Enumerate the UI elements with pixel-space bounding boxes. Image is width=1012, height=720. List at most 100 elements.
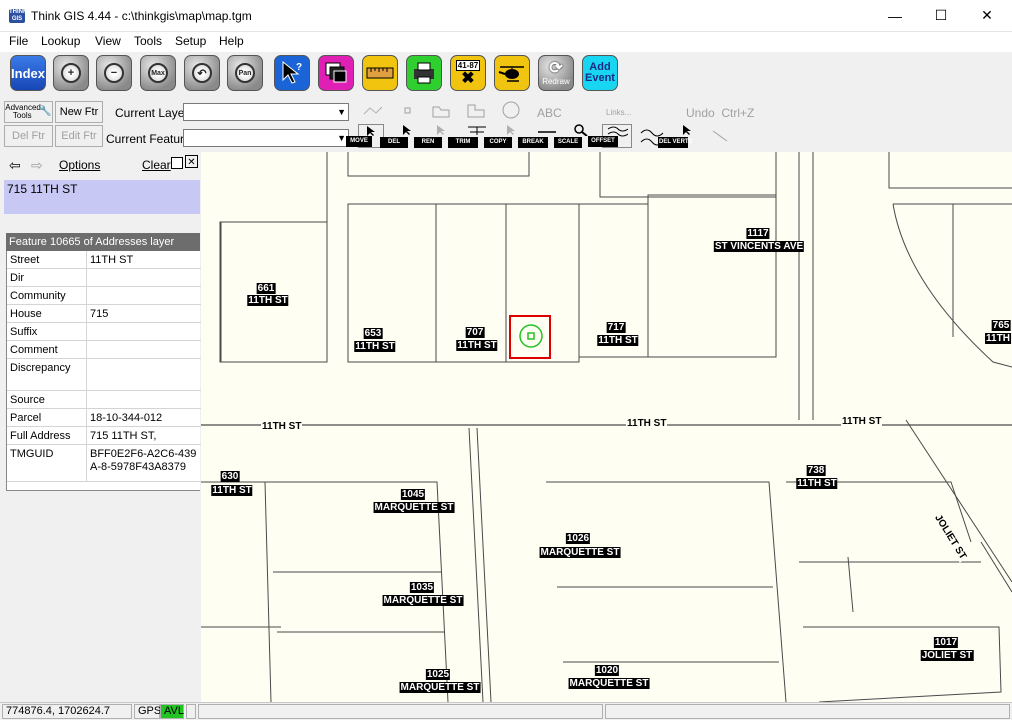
line-tool-icon[interactable] xyxy=(362,104,384,118)
previous-view-icon: ↶ xyxy=(192,63,212,83)
rename-cursor-icon xyxy=(437,125,445,135)
feature-field-row[interactable]: Community xyxy=(7,287,201,305)
menu-lookup[interactable]: Lookup xyxy=(41,34,80,48)
parcel-street: 11TH xyxy=(985,333,1011,344)
column-divider xyxy=(86,359,87,390)
feature-field-row[interactable]: Discrepancy xyxy=(7,359,201,391)
current-feature-select[interactable]: ▼ xyxy=(183,129,349,147)
close-button[interactable]: ✕ xyxy=(964,0,1010,31)
undo-button[interactable]: Undo Ctrl+Z xyxy=(686,106,754,120)
text-tool-button[interactable]: ABC xyxy=(537,106,562,120)
parcel-street: 11TH ST xyxy=(211,485,253,496)
status-pane xyxy=(605,704,1010,719)
gps-indicator: GPS xyxy=(134,704,161,719)
clear-link[interactable]: Clear xyxy=(142,158,171,172)
feature-field-row[interactable]: Suffix xyxy=(7,323,201,341)
map-canvas[interactable]: 661 11TH ST 653 11TH ST 707 11TH ST 717 … xyxy=(201,152,1012,702)
new-feature-button[interactable]: New Ftr xyxy=(55,101,103,123)
add-event-button[interactable]: Add Event xyxy=(582,55,618,91)
previous-view-button[interactable]: ↶ xyxy=(184,55,220,91)
break-label: BREAK xyxy=(518,137,548,148)
slope-tool-icon[interactable] xyxy=(710,128,730,144)
menu-tools[interactable]: Tools xyxy=(134,34,162,48)
layers-button[interactable] xyxy=(318,55,354,91)
column-divider xyxy=(86,409,87,426)
copy-cursor-icon xyxy=(507,125,515,135)
measure-button[interactable] xyxy=(362,55,398,91)
feature-header: Feature 10665 of Addresses layer xyxy=(6,233,200,251)
parcel-number: 1035 xyxy=(409,582,435,593)
feature-field-row[interactable]: Source xyxy=(7,391,201,409)
edit-feature-button[interactable]: Edit Ftr xyxy=(55,125,103,147)
redraw-button[interactable]: ⟳ Redraw xyxy=(538,55,574,91)
move-label: MOVE xyxy=(346,136,372,147)
feature-field-row[interactable]: Street 11TH ST xyxy=(7,251,201,269)
delete-vertices-button[interactable]: DEL VERTS xyxy=(658,124,701,148)
layers-icon xyxy=(325,62,347,83)
zoom-out-button[interactable]: − xyxy=(96,55,132,91)
identify-cursor-icon: ? xyxy=(282,60,302,84)
max-zoom-button[interactable]: Max xyxy=(140,55,176,91)
parcel-number: 1025 xyxy=(425,669,451,680)
feature-field-row[interactable]: Comment xyxy=(7,341,201,359)
current-layer-select[interactable]: ▼ xyxy=(183,103,349,121)
wrench-icon: 🔧 xyxy=(39,106,52,117)
offset-tool-button[interactable]: OFFSET xyxy=(588,124,632,148)
menu-help[interactable]: Help xyxy=(219,34,244,48)
circle-tool-icon[interactable] xyxy=(501,101,521,119)
menu-view[interactable]: View xyxy=(95,34,121,48)
feature-field-row[interactable]: House 715 xyxy=(7,305,201,323)
scale-label: SCALE xyxy=(554,137,582,148)
trim-label: TRIM xyxy=(448,137,478,148)
zoom-out-icon: − xyxy=(104,63,124,83)
selected-address-box: 715 11TH ST xyxy=(4,180,200,214)
coordinates-readout: 774876.4, 1702624.7 xyxy=(2,704,132,719)
parcel-number: 1026 xyxy=(565,533,591,544)
field-key: Suffix xyxy=(10,326,38,338)
calc-display: 41-87 xyxy=(455,59,481,71)
feature-field-row[interactable]: Full Address 715 11TH ST, xyxy=(7,427,201,445)
feature-attribute-table: Street 11TH ST Dir Community House 715 Suffix C… xyxy=(6,251,201,491)
field-value: 11TH ST xyxy=(90,254,134,266)
options-link[interactable]: Options xyxy=(59,158,100,172)
pan-button[interactable]: Pan xyxy=(227,55,263,91)
close-panel-icon[interactable]: ✕ xyxy=(185,155,198,168)
ren-label: REN xyxy=(414,137,442,148)
identify-button[interactable]: ? xyxy=(274,55,310,91)
parcel-street: MARQUETTE ST xyxy=(373,502,455,513)
polygon-tool-icon[interactable] xyxy=(430,102,452,118)
back-arrow-icon[interactable]: ⇦ xyxy=(9,157,21,174)
parcel-street: MARQUETTE ST xyxy=(382,595,464,606)
calculator-button[interactable]: 41-87 ✖ xyxy=(450,55,486,91)
parcel-number: 1117 xyxy=(746,228,770,239)
column-divider xyxy=(86,323,87,340)
helicopter-button[interactable] xyxy=(494,55,530,91)
advanced-tools-button[interactable]: Advanced Tools 🔧 xyxy=(4,101,53,123)
break-icon xyxy=(538,131,556,133)
feature-field-row[interactable]: TMGUID BFF0E2F6-A2C6-439A-8-5978F43A8379 xyxy=(7,445,201,482)
delete-feature-button[interactable]: Del Ftr xyxy=(4,125,53,147)
print-button[interactable] xyxy=(406,55,442,91)
point-tool-icon[interactable] xyxy=(401,104,415,118)
index-button[interactable]: Index xyxy=(10,55,46,91)
menu-file[interactable]: File xyxy=(9,34,28,48)
zoom-in-button[interactable]: + xyxy=(53,55,89,91)
field-key: Dir xyxy=(10,272,25,284)
minimize-button[interactable]: — xyxy=(872,0,918,31)
restore-icon[interactable] xyxy=(171,157,183,169)
field-key: Full Address xyxy=(10,430,71,442)
links-button[interactable]: Links... xyxy=(606,108,631,117)
feature-field-row[interactable]: Dir xyxy=(7,269,201,287)
menu-bar: File Lookup View Tools Setup Help xyxy=(0,32,1012,52)
feature-field-row[interactable]: Parcel 18-10-344-012 xyxy=(7,409,201,427)
forward-arrow-icon[interactable]: ⇨ xyxy=(31,157,43,174)
field-key: Street xyxy=(10,254,40,266)
chevron-down-icon: ▼ xyxy=(337,107,346,117)
selected-address: 715 11TH ST xyxy=(7,182,78,196)
menu-setup[interactable]: Setup xyxy=(175,34,206,48)
refresh-icon: ⟳ xyxy=(549,59,563,77)
parcel-street: 11TH ST xyxy=(796,478,838,489)
shape-tool-icon[interactable] xyxy=(465,102,487,118)
parcel-number: 1020 xyxy=(594,665,620,676)
maximize-button[interactable]: ☐ xyxy=(918,0,964,31)
